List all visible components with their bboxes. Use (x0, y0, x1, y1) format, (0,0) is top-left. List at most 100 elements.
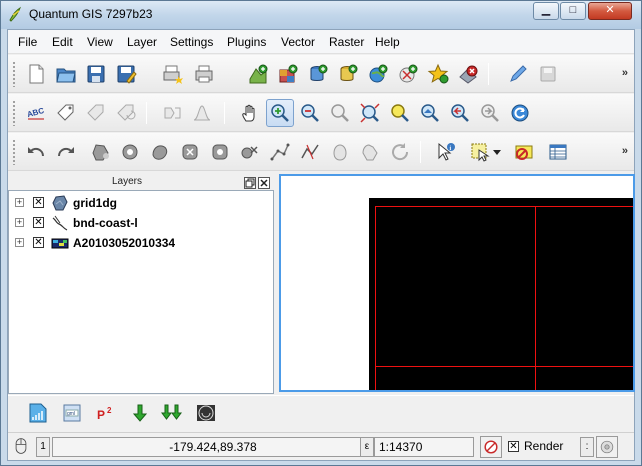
stop-render-button[interactable] (480, 436, 502, 458)
layer-row-A20103052010334[interactable]: + ✕ A20103052010334 (9, 233, 273, 253)
print-button[interactable] (190, 60, 218, 88)
undo-button[interactable] (22, 138, 50, 166)
zoom-actual-size-button[interactable] (326, 99, 354, 127)
menu-vector[interactable]: Vector (281, 35, 315, 49)
rotate-point-symbols-button[interactable] (386, 138, 414, 166)
split-features-button[interactable] (296, 138, 324, 166)
change-label-button[interactable] (158, 99, 186, 127)
identify-features-button[interactable]: i (432, 138, 460, 166)
save-project-button[interactable] (82, 60, 110, 88)
grid-line (375, 206, 633, 207)
deselect-features-button[interactable] (510, 138, 538, 166)
menu-edit[interactable]: Edit (52, 35, 73, 49)
close-panel-button[interactable] (258, 177, 270, 189)
rotate-label-button[interactable] (112, 99, 140, 127)
toolbar-overflow-icon[interactable]: » (622, 145, 628, 157)
layer-row-grid1dg[interactable]: + ✕ grid1dg (9, 193, 273, 213)
menu-plugins[interactable]: Plugins (227, 35, 266, 49)
zoom-to-layer-button[interactable] (416, 99, 444, 127)
zoom-full-button[interactable] (356, 99, 384, 127)
expand-toggle[interactable]: + (15, 238, 24, 247)
zoom-to-selection-button[interactable] (386, 99, 414, 127)
tag-rotate-icon (117, 104, 136, 121)
add-wfs-layer-button[interactable] (394, 60, 422, 88)
layer-visibility-checkbox[interactable]: ✕ (33, 197, 44, 208)
zoom-next-button[interactable] (476, 99, 504, 127)
add-part-icon (152, 145, 168, 160)
add-postgis-layer-button[interactable] (304, 60, 332, 88)
expand-toggle[interactable]: + (15, 198, 24, 207)
delete-ring-icon (182, 144, 198, 160)
raster-plugin-button[interactable] (192, 399, 220, 427)
label-tool-button[interactable] (52, 99, 80, 127)
toolbar-grip[interactable] (12, 139, 16, 165)
toggle-editing-button[interactable] (504, 60, 532, 88)
select-features-dropdown[interactable] (490, 138, 504, 166)
maximize-button[interactable]: □ (560, 2, 586, 20)
toggle-extents-button[interactable] (10, 435, 32, 457)
float-panel-button[interactable] (244, 177, 256, 189)
gml-plugin-button[interactable]: gml (58, 399, 86, 427)
menu-settings[interactable]: Settings (170, 35, 213, 49)
open-project-button[interactable] (52, 60, 80, 88)
merge-features-button[interactable] (326, 138, 354, 166)
move-label-button[interactable] (82, 99, 110, 127)
layer-visibility-checkbox[interactable]: ✕ (33, 217, 44, 228)
layer-row-bnd-coast-l[interactable]: + ✕ bnd-coast-l (9, 213, 273, 233)
menu-raster[interactable]: Raster (329, 35, 364, 49)
gps-tool-button[interactable] (24, 399, 52, 427)
refresh-button[interactable] (506, 99, 534, 127)
close-button[interactable]: ✕ (588, 2, 632, 20)
reshape-features-button[interactable] (236, 138, 264, 166)
offset-curve-button[interactable] (266, 138, 294, 166)
batch-download-button[interactable] (158, 399, 186, 427)
remove-layer-button[interactable] (454, 60, 482, 88)
delete-part-button[interactable] (206, 138, 234, 166)
toolbar-grip[interactable] (12, 61, 16, 87)
zoom-last-button[interactable] (446, 99, 474, 127)
open-attribute-table-button[interactable] (544, 138, 572, 166)
delete-ring-button[interactable] (176, 138, 204, 166)
add-ring-button[interactable] (116, 138, 144, 166)
map-raster-extent (369, 198, 633, 390)
render-toggle[interactable]: ✕ Render (506, 437, 578, 457)
map-canvas[interactable] (279, 174, 635, 392)
minimize-button[interactable]: ▁ (533, 2, 559, 20)
add-part-button[interactable] (146, 138, 174, 166)
menu-help[interactable]: Help (375, 35, 400, 49)
redo-button[interactable] (52, 138, 80, 166)
save-as-button[interactable] (112, 60, 140, 88)
remove-layer-icon (459, 65, 478, 84)
reshape-icon (241, 146, 258, 159)
coordinates-display[interactable]: -179.424,89.378 (52, 437, 374, 457)
add-vector-layer-button[interactable] (244, 60, 272, 88)
render-checkbox[interactable]: ✕ (508, 441, 519, 452)
scale-combobox[interactable]: 1:14370 (374, 437, 474, 457)
menu-view[interactable]: View (87, 35, 113, 49)
expand-toggle[interactable]: + (15, 218, 24, 227)
zoom-in-button[interactable] (266, 99, 294, 127)
spell-check-button[interactable]: ABC (22, 99, 50, 127)
add-spatialite-layer-button[interactable] (334, 60, 362, 88)
zoom-out-button[interactable] (296, 99, 324, 127)
layer-visibility-checkbox[interactable]: ✕ (33, 237, 44, 248)
simplify-feature-button[interactable] (86, 138, 114, 166)
p2-plugin-button[interactable]: P2 (92, 399, 120, 427)
projection-status-button[interactable] (596, 436, 618, 458)
toolbar-grip[interactable] (12, 100, 16, 126)
menu-layer[interactable]: Layer (127, 35, 157, 49)
title-bar[interactable]: Quantum GIS 7297b23 ▁ □ ✕ (1, 1, 641, 29)
save-edits-button[interactable] (534, 60, 562, 88)
toolbar-overflow-icon[interactable]: » (622, 67, 628, 79)
download-button[interactable] (126, 399, 154, 427)
menu-file[interactable]: File (18, 35, 37, 49)
refresh-icon (511, 104, 529, 122)
new-vector-layer-button[interactable] (424, 60, 452, 88)
add-wms-layer-button[interactable] (364, 60, 392, 88)
print-composer-button[interactable] (158, 60, 186, 88)
pan-map-button[interactable] (236, 99, 264, 127)
new-project-button[interactable] (22, 60, 50, 88)
add-raster-layer-button[interactable] (274, 60, 302, 88)
merge-attributes-button[interactable] (356, 138, 384, 166)
histogram-button[interactable] (188, 99, 216, 127)
